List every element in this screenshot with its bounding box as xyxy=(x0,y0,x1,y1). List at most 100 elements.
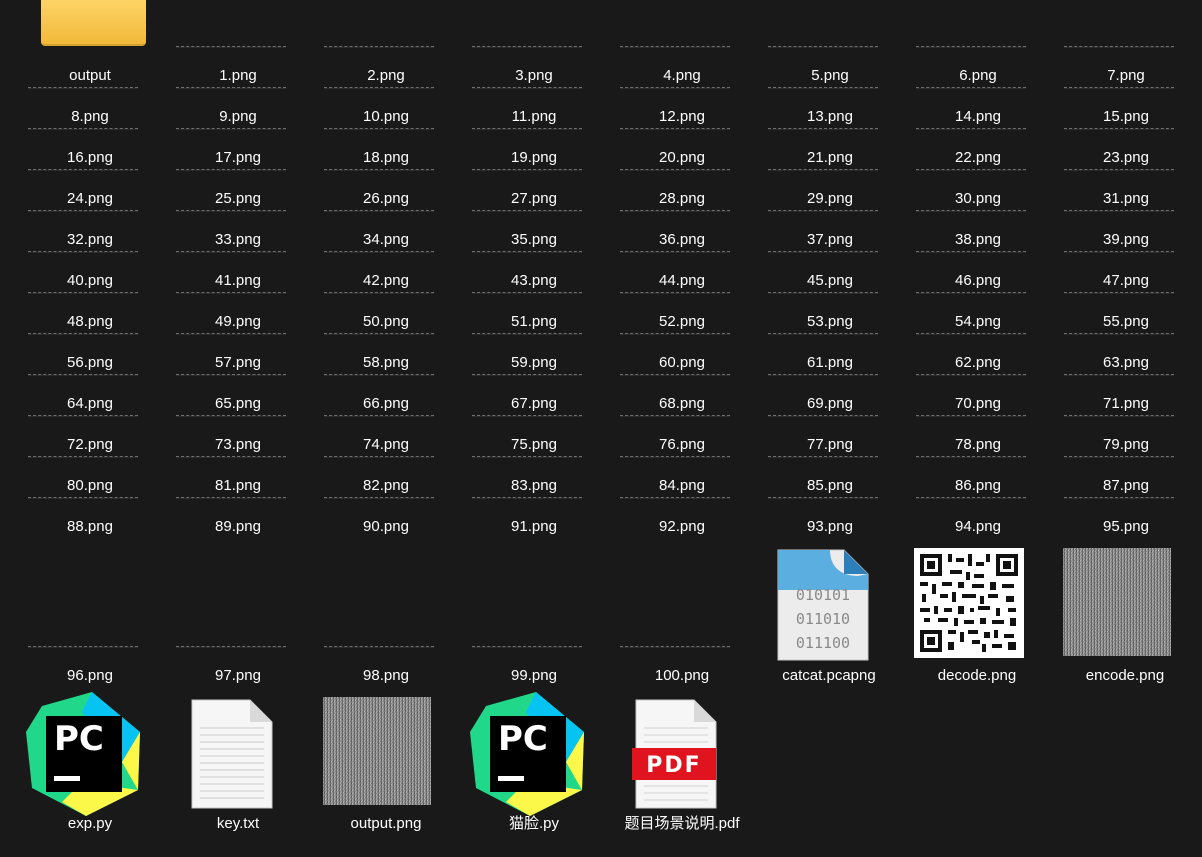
image-thumbnail xyxy=(768,87,878,88)
image-thumbnail xyxy=(620,128,730,129)
file-label: 72.png xyxy=(67,436,113,453)
file-label: 28.png xyxy=(659,190,705,207)
image-thumbnail xyxy=(620,456,730,457)
file-label: 90.png xyxy=(363,518,409,535)
image-thumbnail xyxy=(768,210,878,211)
image-thumbnail xyxy=(28,128,138,129)
image-thumbnail xyxy=(324,456,434,457)
file-encode-png[interactable]: encode.png xyxy=(1045,546,1193,686)
file-label: 64.png xyxy=(67,395,113,412)
image-thumbnail xyxy=(768,497,878,498)
file-label: 54.png xyxy=(955,313,1001,330)
image-thumbnail xyxy=(620,46,730,47)
file-label: 30.png xyxy=(955,190,1001,207)
pycharm-icon: PC xyxy=(26,692,140,816)
file-label: 68.png xyxy=(659,395,705,412)
image-thumbnail xyxy=(1064,497,1174,498)
file-label: 56.png xyxy=(67,354,113,371)
file-label: 87.png xyxy=(1103,477,1149,494)
file-label: 53.png xyxy=(807,313,853,330)
image-thumbnail xyxy=(620,251,730,252)
file-label: encode.png xyxy=(1085,667,1165,684)
image-thumbnail xyxy=(1064,333,1174,334)
image-thumbnail xyxy=(620,292,730,293)
image-thumbnail xyxy=(28,456,138,457)
file-label: 10.png xyxy=(363,108,409,125)
file-label: 猫脸.py xyxy=(508,815,559,832)
file-label: 44.png xyxy=(659,272,705,289)
file-label: 34.png xyxy=(363,231,409,248)
file-label: 74.png xyxy=(363,436,409,453)
image-thumbnail xyxy=(176,251,286,252)
file-label: 79.png xyxy=(1103,436,1149,453)
file-label: 37.png xyxy=(807,231,853,248)
image-thumbnail xyxy=(472,46,582,47)
file-label: 26.png xyxy=(363,190,409,207)
image-thumbnail xyxy=(472,169,582,170)
file-label: 29.png xyxy=(807,190,853,207)
image-thumbnail xyxy=(620,497,730,498)
file-label: 9.png xyxy=(219,108,257,125)
binary-file-icon: 010101 011010 011100 xyxy=(777,549,869,661)
file-label: 81.png xyxy=(215,477,261,494)
file-label: 99.png xyxy=(511,667,557,684)
file-label: 71.png xyxy=(1103,395,1149,412)
file-label: 6.png xyxy=(959,67,997,84)
file-label: decode.png xyxy=(937,667,1017,684)
image-thumbnail xyxy=(1064,210,1174,211)
image-thumbnail xyxy=(916,497,1026,498)
file-label: 63.png xyxy=(1103,354,1149,371)
image-thumbnail xyxy=(472,251,582,252)
file-label: 40.png xyxy=(67,272,113,289)
file-label: 39.png xyxy=(1103,231,1149,248)
qr-code-thumbnail xyxy=(914,548,1024,658)
image-thumbnail xyxy=(324,169,434,170)
image-thumbnail xyxy=(620,415,730,416)
image-thumbnail xyxy=(472,87,582,88)
file-label: 48.png xyxy=(67,313,113,330)
image-thumbnail xyxy=(28,497,138,498)
image-thumbnail xyxy=(1064,46,1174,47)
file-label: 38.png xyxy=(955,231,1001,248)
file-label: 52.png xyxy=(659,313,705,330)
image-thumbnail xyxy=(176,646,286,647)
file-catcat-pcapng[interactable]: 010101 011010 011100 catcat.pcapng xyxy=(749,546,897,686)
image-thumbnail xyxy=(768,415,878,416)
file-label: 41.png xyxy=(215,272,261,289)
file-pdf[interactable]: PDF 题目场景说明.pdf xyxy=(602,690,750,850)
file-key-txt[interactable]: key.txt xyxy=(158,690,306,840)
image-thumbnail xyxy=(176,210,286,211)
image-thumbnail xyxy=(620,333,730,334)
file-label: 89.png xyxy=(215,518,261,535)
file-maolian-py[interactable]: PC 猫脸.py xyxy=(454,690,602,840)
file-label: 19.png xyxy=(511,149,557,166)
file-label: 3.png xyxy=(515,67,553,84)
image-thumbnail xyxy=(620,210,730,211)
file-label: 59.png xyxy=(511,354,557,371)
file-label: 82.png xyxy=(363,477,409,494)
file-output-png[interactable]: output.png xyxy=(306,690,454,840)
file-label: 18.png xyxy=(363,149,409,166)
image-thumbnail xyxy=(768,46,878,47)
file-label: 49.png xyxy=(215,313,261,330)
image-thumbnail xyxy=(472,292,582,293)
file-label: 93.png xyxy=(807,518,853,535)
file-label: 77.png xyxy=(807,436,853,453)
file-label: output.png xyxy=(350,815,422,832)
image-thumbnail xyxy=(324,415,434,416)
image-thumbnail xyxy=(472,374,582,375)
image-thumbnail xyxy=(28,87,138,88)
file-label: 58.png xyxy=(363,354,409,371)
file-label: 88.png xyxy=(67,518,113,535)
file-label: 33.png xyxy=(215,231,261,248)
file-label: 32.png xyxy=(67,231,113,248)
image-thumbnail xyxy=(472,646,582,647)
file-label: 24.png xyxy=(67,190,113,207)
file-decode-png[interactable]: decode.png xyxy=(897,546,1045,686)
file-label: 80.png xyxy=(67,477,113,494)
file-label: 35.png xyxy=(511,231,557,248)
file-exp-py[interactable]: PC exp.py xyxy=(10,690,158,840)
image-thumbnail xyxy=(324,497,434,498)
image-thumbnail xyxy=(620,87,730,88)
binary-line-1: 010101 xyxy=(796,586,850,604)
